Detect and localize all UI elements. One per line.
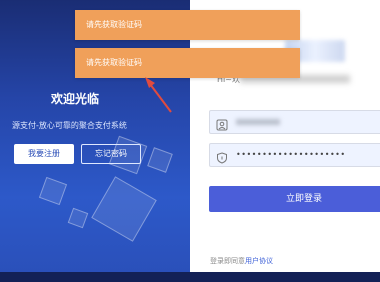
agreement-prefix: 登录即同意: [210, 257, 245, 265]
welcome-panel: 欢迎光临 源支付-放心可靠的聚合支付系统 我要注册 忘记密码: [0, 0, 190, 282]
tagline: 源支付-放心可靠的聚合支付系统: [12, 121, 127, 130]
decorative-cube: [67, 207, 89, 229]
forgot-password-button[interactable]: 忘记密码: [81, 144, 141, 164]
toast-message: 请先获取验证码: [75, 48, 300, 78]
toast-message: 请先获取验证码: [75, 10, 300, 40]
user-agreement-link[interactable]: 用户协议: [245, 257, 273, 265]
welcome-title: 欢迎光临: [50, 92, 99, 106]
login-button[interactable]: 立即登录: [209, 186, 380, 212]
agreement-text: 登录即同意用户协议: [210, 256, 273, 266]
password-field[interactable]: •••••••••••••••••••••: [209, 143, 380, 167]
register-button[interactable]: 我要注册: [14, 144, 74, 164]
password-value: •••••••••••••••••••••: [236, 150, 346, 159]
username-field[interactable]: [209, 110, 380, 134]
bottom-bar: [0, 272, 380, 282]
decorative-cube: [91, 176, 157, 242]
user-icon: [216, 116, 228, 131]
decorative-cube: [147, 147, 173, 173]
login-panel: Hi~欢 ••••••••••••••••••••• 立即登录 登录即同意用户协…: [190, 0, 380, 272]
decorative-cube: [38, 176, 68, 206]
shield-icon: [216, 149, 228, 164]
username-value-blurred: [236, 119, 280, 125]
